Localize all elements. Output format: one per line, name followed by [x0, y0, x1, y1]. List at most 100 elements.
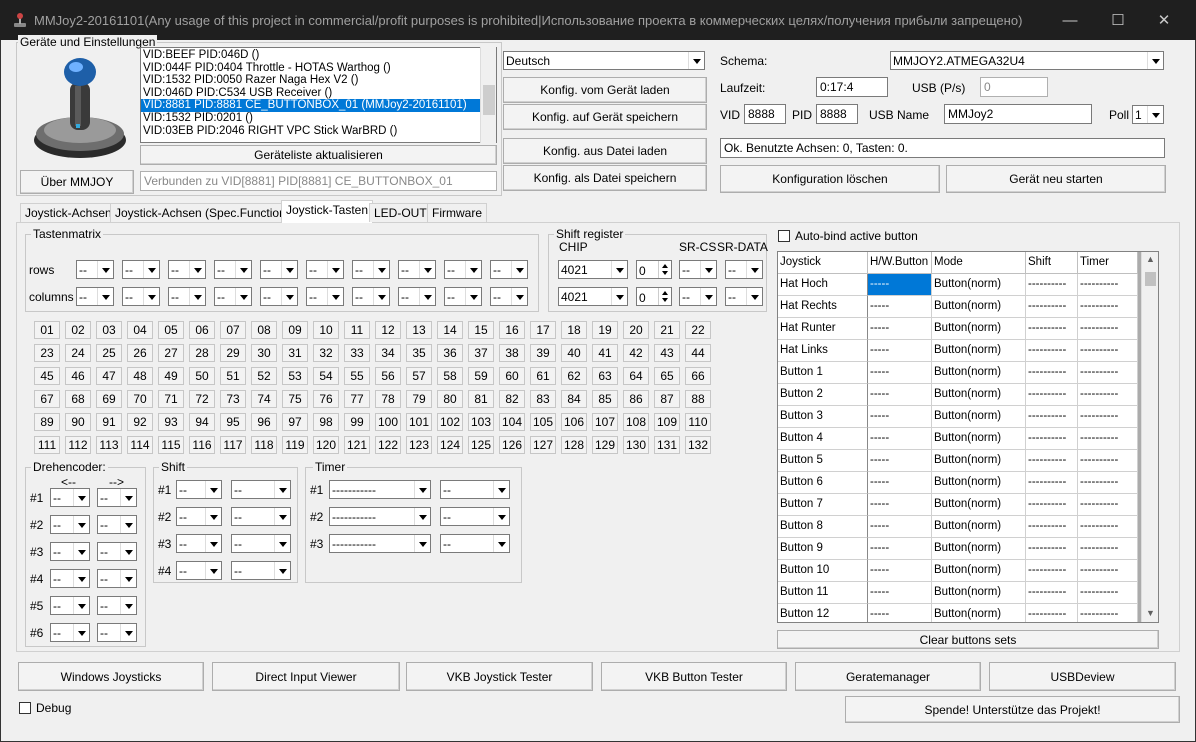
matrix-row-select[interactable]: --: [306, 260, 344, 279]
encoder-left-select[interactable]: --: [50, 515, 90, 534]
matrix-row-select[interactable]: --: [168, 260, 206, 279]
button-number[interactable]: 80: [437, 390, 463, 408]
button-number[interactable]: 114: [127, 436, 153, 454]
grid-cell[interactable]: Button(norm): [932, 538, 1026, 560]
close-button[interactable]: ✕: [1144, 8, 1184, 34]
button-number[interactable]: 75: [282, 390, 308, 408]
button-number[interactable]: 48: [127, 367, 153, 385]
grid-cell[interactable]: -----: [868, 406, 932, 428]
shift-select-b[interactable]: --: [231, 507, 291, 526]
button-number[interactable]: 113: [96, 436, 122, 454]
button-number[interactable]: 32: [313, 344, 339, 362]
grid-cell[interactable]: -----: [868, 296, 932, 318]
grid-row[interactable]: Button 9 ----- Button(norm) ---------- -----…: [778, 538, 1138, 560]
grid-row[interactable]: Button 11 ----- Button(norm) ---------- ----…: [778, 582, 1138, 604]
button-number[interactable]: 12: [375, 321, 401, 339]
grid-cell[interactable]: ----------: [1026, 582, 1078, 604]
button-number[interactable]: 120: [313, 436, 339, 454]
grid-row[interactable]: Button 1 ----- Button(norm) ---------- -----…: [778, 362, 1138, 384]
button-number[interactable]: 70: [127, 390, 153, 408]
button-number[interactable]: 30: [251, 344, 277, 362]
grid-cell[interactable]: ----------: [1026, 450, 1078, 472]
load-from-file-button[interactable]: Konfig. aus Datei laden: [503, 138, 707, 164]
poll-select[interactable]: 1: [1132, 105, 1164, 124]
grid-cell[interactable]: -----: [868, 340, 932, 362]
button-number[interactable]: 20: [623, 321, 649, 339]
scheme-select[interactable]: MMJOY2.ATMEGA32U4: [890, 51, 1164, 70]
grid-cell[interactable]: ----------: [1026, 406, 1078, 428]
grid-cell[interactable]: ----------: [1026, 340, 1078, 362]
refresh-device-list-button[interactable]: Geräteliste aktualisieren: [140, 145, 497, 165]
button-number[interactable]: 31: [282, 344, 308, 362]
grid-cell[interactable]: ----------: [1078, 318, 1138, 340]
button-number[interactable]: 94: [189, 413, 215, 431]
grid-row[interactable]: Hat Runter ----- Button(norm) ---------- ---…: [778, 318, 1138, 340]
matrix-column-select[interactable]: --: [260, 287, 298, 306]
button-number[interactable]: 102: [437, 413, 463, 431]
matrix-column-select[interactable]: --: [490, 287, 528, 306]
grid-cell[interactable]: -----: [868, 494, 932, 516]
button-number[interactable]: 38: [499, 344, 525, 362]
grid-row[interactable]: Button 3 ----- Button(norm) ---------- -----…: [778, 406, 1138, 428]
grid-cell[interactable]: ----------: [1026, 538, 1078, 560]
grid-cell[interactable]: -----: [868, 538, 932, 560]
encoder-left-select[interactable]: --: [50, 623, 90, 642]
grid-row[interactable]: Button 4 ----- Button(norm) ---------- -----…: [778, 428, 1138, 450]
encoder-left-select[interactable]: --: [50, 542, 90, 561]
button-number[interactable]: 82: [499, 390, 525, 408]
tab-joystick-axes[interactable]: Joystick-Achsen: [20, 203, 117, 222]
grid-cell[interactable]: -----: [868, 428, 932, 450]
device-list-item[interactable]: VID:1532 PID:0201 (): [141, 112, 496, 125]
button-number[interactable]: 93: [158, 413, 184, 431]
grid-row[interactable]: Hat Rechts ----- Button(norm) ---------- ---…: [778, 296, 1138, 318]
button-number[interactable]: 63: [592, 367, 618, 385]
button-number[interactable]: 85: [592, 390, 618, 408]
button-number[interactable]: 05: [158, 321, 184, 339]
encoder-right-select[interactable]: --: [97, 596, 137, 615]
button-number[interactable]: 105: [530, 413, 556, 431]
button-number[interactable]: 118: [251, 436, 277, 454]
device-list-item[interactable]: VID:8881 PID:8881 CE_BUTTONBOX_01 (MMJoy…: [141, 99, 496, 112]
encoder-left-select[interactable]: --: [50, 596, 90, 615]
grid-cell[interactable]: ----------: [1078, 582, 1138, 604]
geratemanager-button[interactable]: Geratemanager: [795, 662, 981, 691]
grid-cell[interactable]: Button(norm): [932, 296, 1026, 318]
shift-select-b[interactable]: --: [231, 561, 291, 580]
grid-cell[interactable]: ----------: [1026, 604, 1078, 622]
encoder-left-select[interactable]: --: [50, 569, 90, 588]
grid-cell[interactable]: ----------: [1078, 472, 1138, 494]
button-number[interactable]: 35: [406, 344, 432, 362]
device-list-item[interactable]: VID:046D PID:C534 USB Receiver (): [141, 87, 496, 100]
grid-cell[interactable]: ----------: [1078, 340, 1138, 362]
grid-column-header[interactable]: Mode: [932, 252, 1026, 274]
shift-select-a[interactable]: --: [176, 480, 222, 499]
button-number[interactable]: 66: [685, 367, 711, 385]
button-number[interactable]: 89: [34, 413, 60, 431]
button-number[interactable]: 53: [282, 367, 308, 385]
shift-select-a[interactable]: --: [176, 507, 222, 526]
vkb-joystick-tester-button[interactable]: VKB Joystick Tester: [406, 662, 593, 691]
grid-cell[interactable]: -----: [868, 274, 932, 296]
button-number[interactable]: 90: [65, 413, 91, 431]
save-to-file-button[interactable]: Konfig. als Datei speichern: [503, 165, 707, 191]
grid-cell[interactable]: -----: [868, 560, 932, 582]
grid-column-header[interactable]: H/W.Button: [868, 252, 932, 274]
button-number[interactable]: 51: [220, 367, 246, 385]
shift-select-a[interactable]: --: [176, 534, 222, 553]
matrix-column-select[interactable]: --: [168, 287, 206, 306]
button-number[interactable]: 122: [375, 436, 401, 454]
button-number[interactable]: 119: [282, 436, 308, 454]
timer-select-b[interactable]: --: [440, 480, 510, 499]
maximize-button[interactable]: ☐: [1098, 8, 1138, 34]
sr-cs-select-1[interactable]: --: [679, 260, 717, 279]
button-number[interactable]: 46: [65, 367, 91, 385]
matrix-row-select[interactable]: --: [122, 260, 160, 279]
chip-select-2[interactable]: 4021: [558, 287, 628, 306]
button-number[interactable]: 27: [158, 344, 184, 362]
grid-cell[interactable]: ----------: [1026, 296, 1078, 318]
device-list-item[interactable]: VID:03EB PID:2046 RIGHT VPC Stick WarBRD…: [141, 125, 496, 138]
button-number[interactable]: 112: [65, 436, 91, 454]
timer-select-a[interactable]: -----------: [329, 534, 431, 553]
button-number[interactable]: 126: [499, 436, 525, 454]
button-number[interactable]: 81: [468, 390, 494, 408]
